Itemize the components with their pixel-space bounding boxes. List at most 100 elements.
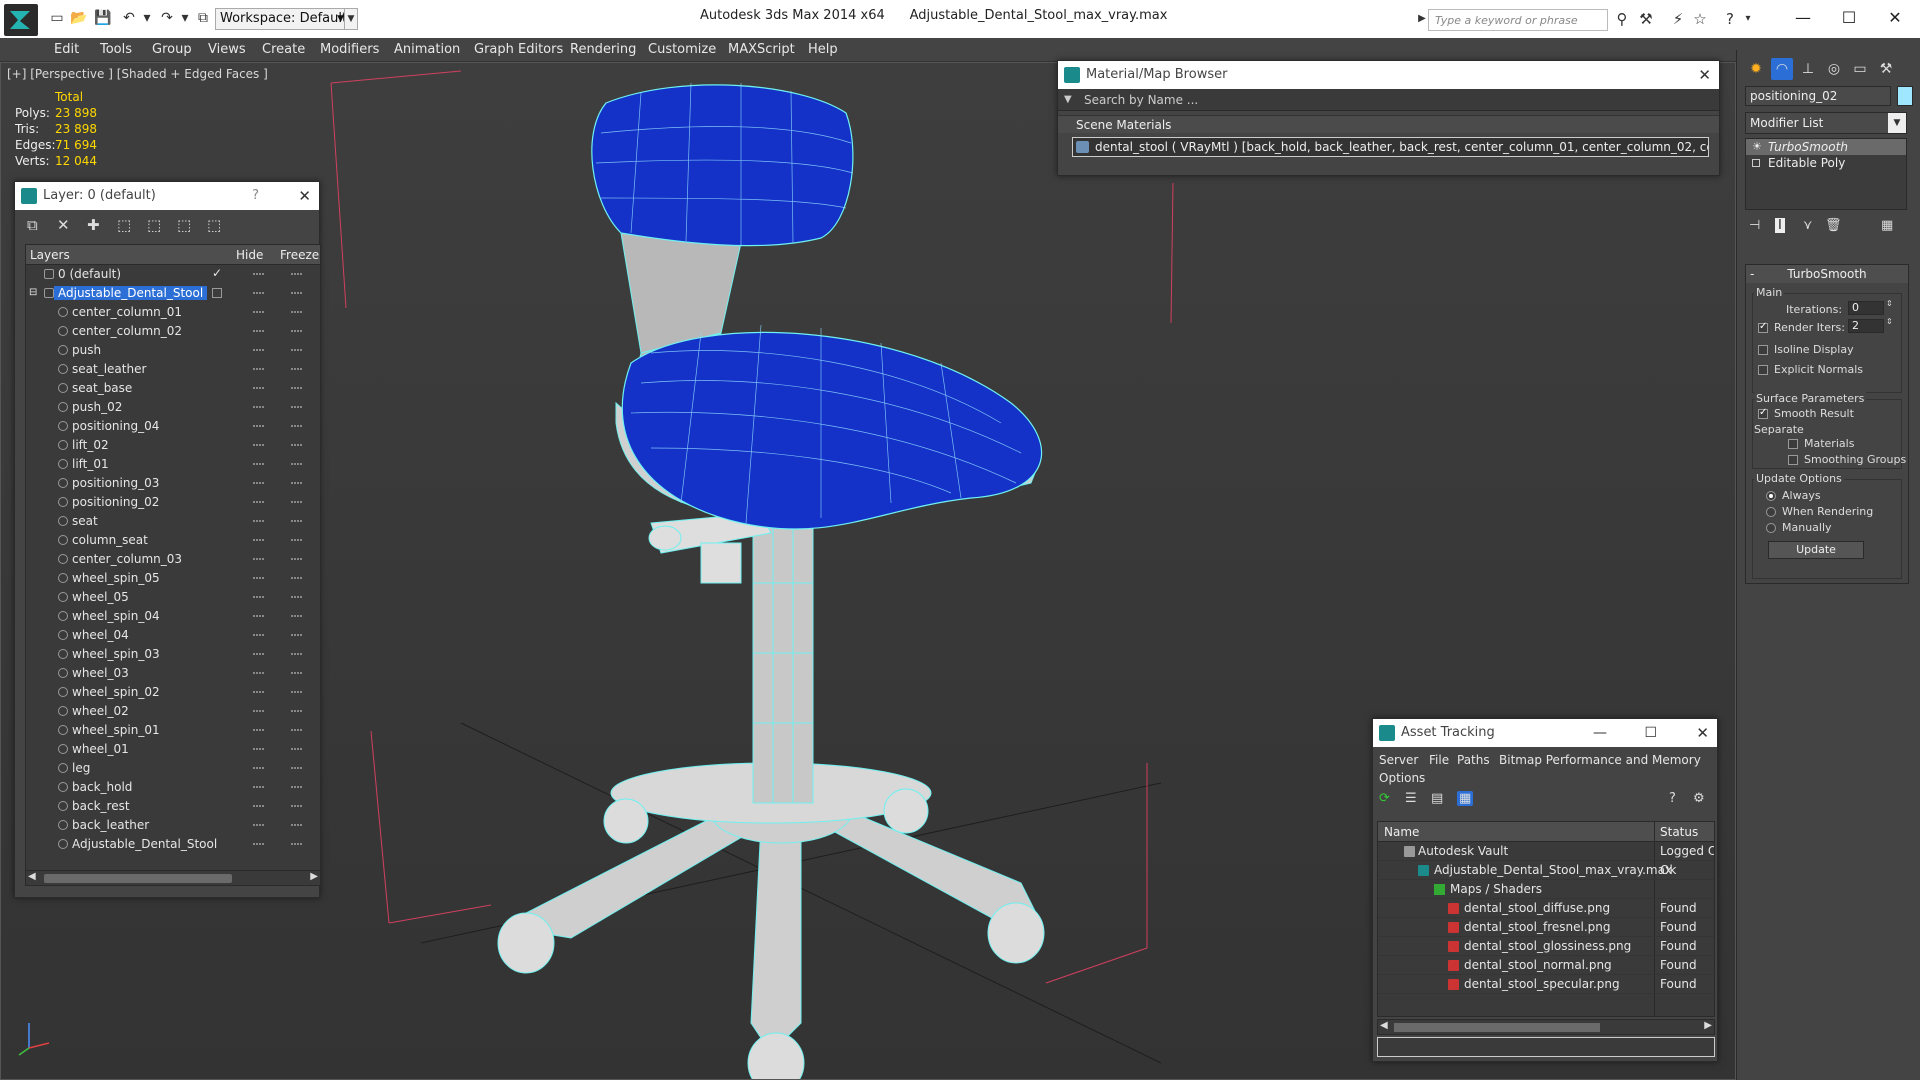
hide-toggle[interactable] (253, 596, 265, 598)
menu-help[interactable]: Help (808, 42, 838, 57)
hide-toggle[interactable] (253, 653, 265, 655)
delete-layer-icon[interactable]: ✕ (57, 216, 70, 234)
freeze-toggle[interactable] (291, 805, 303, 807)
hide-toggle[interactable] (253, 330, 265, 332)
layer-object-row[interactable]: push (26, 341, 320, 360)
scroll-right-icon[interactable]: ▶ (1704, 1020, 1712, 1031)
spinner-arrows-icon[interactable]: ⇕ (1886, 317, 1893, 326)
create-tab-icon[interactable]: ✹ (1745, 58, 1767, 80)
layer-object-row[interactable]: positioning_04 (26, 417, 320, 436)
hide-toggle[interactable] (253, 634, 265, 636)
asset-menu-file[interactable]: File (1429, 753, 1449, 767)
spinner-arrows-icon[interactable]: ⇕ (1886, 299, 1893, 308)
table-view-icon[interactable]: ▤ (1431, 791, 1443, 806)
add-to-layer-icon[interactable]: ✚ (87, 216, 100, 234)
hide-all-icon[interactable]: ⬚ (177, 216, 191, 234)
scroll-right-icon[interactable]: ▶ (310, 871, 318, 882)
freeze-toggle[interactable] (291, 824, 303, 826)
hide-toggle[interactable] (253, 444, 265, 446)
separate-materials-checkbox[interactable] (1788, 439, 1798, 449)
layer-object-row[interactable]: seat (26, 512, 320, 531)
select-objects-icon[interactable]: ⬚ (117, 216, 131, 234)
asset-horizontal-scrollbar[interactable]: ◀ ▶ (1377, 1019, 1715, 1035)
close-icon[interactable]: ✕ (1696, 719, 1709, 747)
maximize-icon[interactable]: ☐ (1644, 719, 1657, 747)
freeze-toggle[interactable] (291, 558, 303, 560)
modify-tab-icon[interactable]: ◠ (1771, 58, 1793, 80)
freeze-toggle[interactable] (291, 748, 303, 750)
layer-object-row[interactable]: wheel_02 (26, 702, 320, 721)
layer-object-row[interactable]: wheel_spin_01 (26, 721, 320, 740)
freeze-toggle[interactable] (291, 767, 303, 769)
workspace-selector[interactable]: Workspace: Default ▼ (215, 8, 349, 30)
help-icon[interactable]: ? (1669, 791, 1676, 806)
asset-row-bitmap[interactable]: dental_stool_fresnel.png Found (1378, 918, 1714, 937)
asset-menu-bitmap-performance[interactable]: Bitmap Performance and Memory (1499, 753, 1701, 767)
layer-horizontal-scrollbar[interactable]: ◀ ▶ (25, 870, 321, 886)
redo-icon[interactable]: ↷ (158, 9, 176, 27)
help-dropdown-icon[interactable]: ▾ (1738, 10, 1758, 28)
scene-materials-section[interactable]: Scene Materials (1058, 115, 1719, 133)
layer-object-row[interactable]: wheel_04 (26, 626, 320, 645)
asset-row-max-file[interactable]: Adjustable_Dental_Stool_max_vray.max Ok (1378, 861, 1714, 880)
remove-modifier-icon[interactable]: 🗑 (1825, 218, 1842, 233)
make-unique-icon[interactable]: ⋎ (1803, 218, 1813, 233)
binoculars-icon[interactable]: ⚲ (1612, 10, 1632, 28)
menu-group[interactable]: Group (152, 42, 192, 57)
material-browser-title-bar[interactable]: Material/Map Browser ✕ (1058, 61, 1719, 89)
layer-object-row[interactable]: leg (26, 759, 320, 778)
stack-item-turbosmooth[interactable]: ☀ TurboSmooth (1746, 139, 1906, 155)
communication-center-icon[interactable]: ⚡ (1668, 10, 1688, 28)
layer-object-row[interactable]: back_hold (26, 778, 320, 797)
hierarchy-tab-icon[interactable]: ⊥ (1797, 58, 1819, 80)
project-folder-icon[interactable]: ⧉ (194, 9, 212, 27)
hide-toggle[interactable] (253, 349, 265, 351)
freeze-toggle[interactable] (291, 634, 303, 636)
layer-list[interactable]: Layers Hide Freeze 0 (default) ✓ ⊟ Adjus… (25, 244, 321, 872)
modifier-list-dropdown[interactable]: Modifier List ▼ (1745, 112, 1907, 134)
freeze-toggle[interactable] (291, 786, 303, 788)
layer-object-row[interactable]: wheel_01 (26, 740, 320, 759)
hide-toggle[interactable] (253, 311, 265, 313)
layer-object-row[interactable]: positioning_02 (26, 493, 320, 512)
motion-tab-icon[interactable]: ◎ (1823, 58, 1845, 80)
undo-dropdown-icon[interactable]: ▾ (138, 9, 156, 27)
freeze-toggle[interactable] (291, 368, 303, 370)
asset-row-bitmap[interactable]: dental_stool_glossiness.png Found (1378, 937, 1714, 956)
layer-object-row[interactable]: lift_01 (26, 455, 320, 474)
redo-dropdown-icon[interactable]: ▾ (176, 9, 194, 27)
subscription-icon[interactable]: ⚒ (1636, 10, 1656, 28)
freeze-toggle[interactable] (291, 273, 303, 275)
asset-tracking-panel[interactable]: Asset Tracking — ☐ ✕ Server File Paths B… (1372, 718, 1718, 1062)
freeze-toggle[interactable] (291, 463, 303, 465)
freeze-toggle[interactable] (291, 729, 303, 731)
close-icon[interactable]: ✕ (298, 182, 311, 210)
scroll-left-icon[interactable]: ◀ (28, 871, 36, 882)
column-status[interactable]: Status (1660, 825, 1698, 839)
layer-object-row[interactable]: wheel_spin_05 (26, 569, 320, 588)
hide-toggle[interactable] (253, 558, 265, 560)
isoline-display-checkbox[interactable] (1758, 345, 1768, 355)
hide-toggle[interactable] (253, 824, 265, 826)
layer-object-row[interactable]: positioning_03 (26, 474, 320, 493)
layer-object-row[interactable]: push_02 (26, 398, 320, 417)
set-current-checkbox[interactable] (212, 288, 222, 298)
asset-row-vault[interactable]: Autodesk Vault Logged Ou (1378, 842, 1714, 861)
layer-object-row[interactable]: wheel_spin_03 (26, 645, 320, 664)
asset-tracking-title-bar[interactable]: Asset Tracking — ☐ ✕ (1373, 719, 1717, 747)
expand-icon[interactable] (1752, 159, 1760, 167)
layer-row-default[interactable]: 0 (default) ✓ (26, 265, 320, 284)
close-icon[interactable]: ✕ (1698, 61, 1711, 89)
lightbulb-icon[interactable]: ☀ (1752, 139, 1762, 155)
layer-object-row[interactable]: back_rest (26, 797, 320, 816)
column-layers[interactable]: Layers (30, 248, 70, 262)
quick-access-dropdown-icon[interactable]: ▼ (344, 8, 358, 30)
update-button[interactable]: Update (1768, 541, 1864, 559)
freeze-toggle[interactable] (291, 330, 303, 332)
display-tab-icon[interactable]: ▭ (1849, 58, 1871, 80)
freeze-toggle[interactable] (291, 311, 303, 313)
hide-toggle[interactable] (253, 767, 265, 769)
hide-toggle[interactable] (253, 520, 265, 522)
hide-toggle[interactable] (253, 273, 265, 275)
menu-rendering[interactable]: Rendering (570, 42, 636, 57)
